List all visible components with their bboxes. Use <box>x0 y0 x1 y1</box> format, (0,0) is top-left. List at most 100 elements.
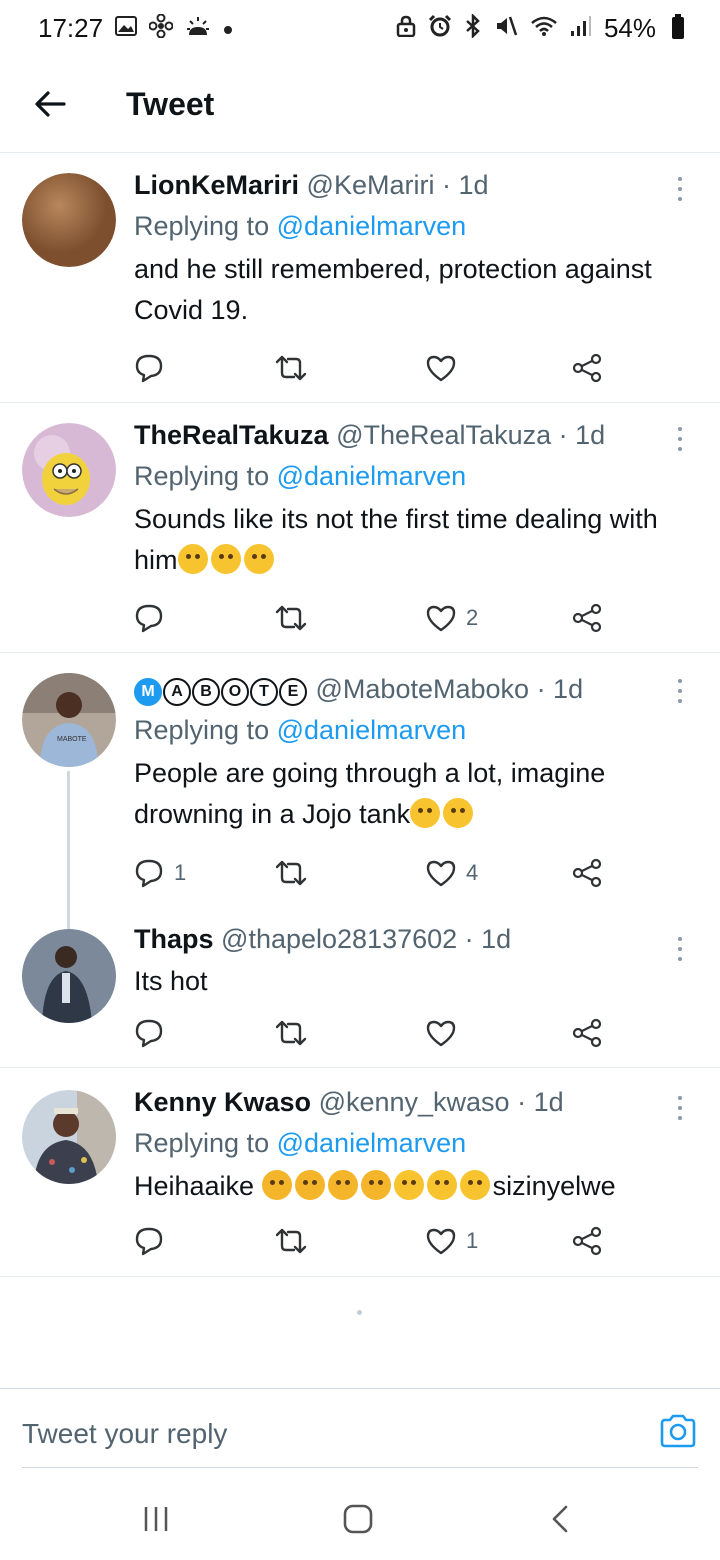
recent-apps-button[interactable] <box>138 1504 174 1534</box>
system-nav-bar <box>0 1476 720 1560</box>
tweet-text: Its hot <box>134 966 208 996</box>
home-button[interactable] <box>340 1502 376 1536</box>
timestamp: · 1d <box>441 170 489 200</box>
retweet-button[interactable] <box>274 1226 308 1256</box>
like-count: 2 <box>466 605 479 630</box>
share-icon <box>572 603 602 633</box>
reply-button[interactable] <box>134 353 174 383</box>
dot-icon <box>223 17 233 39</box>
retweet-button[interactable] <box>274 1018 308 1048</box>
tweet-text: Sounds like its not the first time deali… <box>134 499 690 581</box>
angry-face-emoji-icon <box>294 1170 325 1200</box>
handle[interactable]: @thapelo28137602 <box>221 924 457 954</box>
display-name[interactable]: TheRealTakuza <box>134 420 329 450</box>
recent-apps-icon <box>144 1507 168 1531</box>
avatar[interactable] <box>22 929 116 1023</box>
name-letter: B <box>192 678 220 706</box>
share-button[interactable] <box>572 353 602 383</box>
share-button[interactable] <box>572 1226 602 1256</box>
lock-icon <box>396 15 416 41</box>
replying-label: Replying to <box>134 1128 270 1158</box>
tweet-text: and he still remembered, protection agai… <box>134 254 652 325</box>
handle[interactable]: @KeMariri <box>307 170 435 200</box>
name-letter: E <box>279 678 307 706</box>
like-button[interactable] <box>426 1019 466 1047</box>
reply-button[interactable]: 1 <box>134 858 186 888</box>
name-letter: T <box>250 678 278 706</box>
crying-face-emoji-icon <box>443 798 474 828</box>
name-letter: A <box>163 678 191 706</box>
tweet-card[interactable]: MABOTE MABOTE @MaboteMaboko · 1d Replyin… <box>0 653 720 931</box>
display-name[interactable]: LionKeMariri <box>134 170 299 200</box>
replying-label: Replying to <box>134 461 270 491</box>
tweet-body: Thaps @thapelo28137602 · 1d Its hot <box>134 919 690 1002</box>
share-icon <box>572 858 602 888</box>
retweet-button[interactable] <box>274 858 308 888</box>
retweet-button[interactable] <box>274 353 308 383</box>
reply-composer <box>0 1388 720 1468</box>
back-button[interactable] <box>20 74 80 134</box>
avatar[interactable] <box>22 1090 116 1184</box>
home-icon <box>343 1504 373 1534</box>
divider <box>22 1467 698 1468</box>
chevron-left-icon <box>552 1505 568 1533</box>
page-title: Tweet <box>126 85 215 122</box>
avatar[interactable] <box>22 173 116 267</box>
replying-to: Replying to @danielmarven <box>134 709 690 751</box>
reply-input[interactable] <box>22 1409 622 1459</box>
replying-to-link[interactable]: @danielmarven <box>277 461 467 491</box>
replying-to: Replying to @danielmarven <box>134 455 690 497</box>
camera-button[interactable] <box>658 1411 698 1451</box>
heart-icon <box>426 355 456 382</box>
crying-face-emoji-icon <box>426 1170 457 1200</box>
reply-count: 1 <box>174 860 187 885</box>
reply-icon <box>135 859 163 888</box>
heart-icon <box>426 860 456 887</box>
retweet-button[interactable] <box>274 603 308 633</box>
like-button[interactable]: 4 <box>426 859 478 887</box>
avatar[interactable] <box>22 423 116 517</box>
status-right: 54% <box>396 13 684 44</box>
tweet-body: MABOTE @MaboteMaboko · 1d Replying to @d… <box>134 669 690 835</box>
share-button[interactable] <box>572 1018 602 1048</box>
tweet-header: LionKeMariri @KeMariri · 1d <box>134 165 690 205</box>
handle[interactable]: @TheRealTakuza <box>336 420 551 450</box>
replying-to-link[interactable]: @danielmarven <box>277 211 467 241</box>
display-name[interactable]: Thaps <box>134 924 214 954</box>
tweet-card[interactable]: Kenny Kwaso @kenny_kwaso · 1d Replying t… <box>0 1068 720 1277</box>
like-button[interactable] <box>426 354 466 382</box>
retweet-icon <box>275 1020 307 1046</box>
handle[interactable]: @kenny_kwaso <box>319 1087 510 1117</box>
tweet-card[interactable]: LionKeMariri @KeMariri · 1d Replying to … <box>0 153 720 403</box>
system-back-button[interactable] <box>545 1502 575 1536</box>
reply-icon <box>135 1227 163 1256</box>
bluetooth-icon <box>464 12 482 42</box>
share-button[interactable] <box>572 603 602 633</box>
tweet-body: Kenny Kwaso @kenny_kwaso · 1d Replying t… <box>134 1082 690 1207</box>
avatar[interactable]: MABOTE <box>22 673 116 767</box>
like-button[interactable]: 2 <box>426 604 478 632</box>
signal-icon <box>570 15 592 41</box>
tears-of-joy-emoji-icon <box>177 544 208 574</box>
share-button[interactable] <box>572 858 602 888</box>
display-name[interactable]: Kenny Kwaso <box>134 1087 311 1117</box>
tweet-body: LionKeMariri @KeMariri · 1d Replying to … <box>134 165 690 331</box>
replying-to-link[interactable]: @danielmarven <box>277 715 467 745</box>
display-name[interactable]: MABOTE <box>134 674 308 706</box>
like-count: 1 <box>466 1228 479 1253</box>
tweet-card[interactable]: TheRealTakuza @TheRealTakuza · 1d Replyi… <box>0 403 720 653</box>
tweet-text-after: sizinyelwe <box>492 1171 616 1201</box>
reply-button[interactable] <box>134 603 174 633</box>
tweet-card[interactable]: Thaps @thapelo28137602 · 1d Its hot <box>0 913 720 1068</box>
heart-icon <box>426 605 456 632</box>
loading-indicator <box>357 1310 362 1315</box>
timestamp: · 1d <box>558 420 606 450</box>
angry-face-emoji-icon <box>261 1170 292 1200</box>
reply-button[interactable] <box>134 1226 174 1256</box>
replying-to-link[interactable]: @danielmarven <box>277 1128 467 1158</box>
like-button[interactable]: 1 <box>426 1227 478 1255</box>
handle[interactable]: @MaboteMaboko <box>316 674 530 704</box>
reply-button[interactable] <box>134 1018 174 1048</box>
crying-face-emoji-icon <box>410 798 441 828</box>
name-letter: M <box>134 678 162 706</box>
